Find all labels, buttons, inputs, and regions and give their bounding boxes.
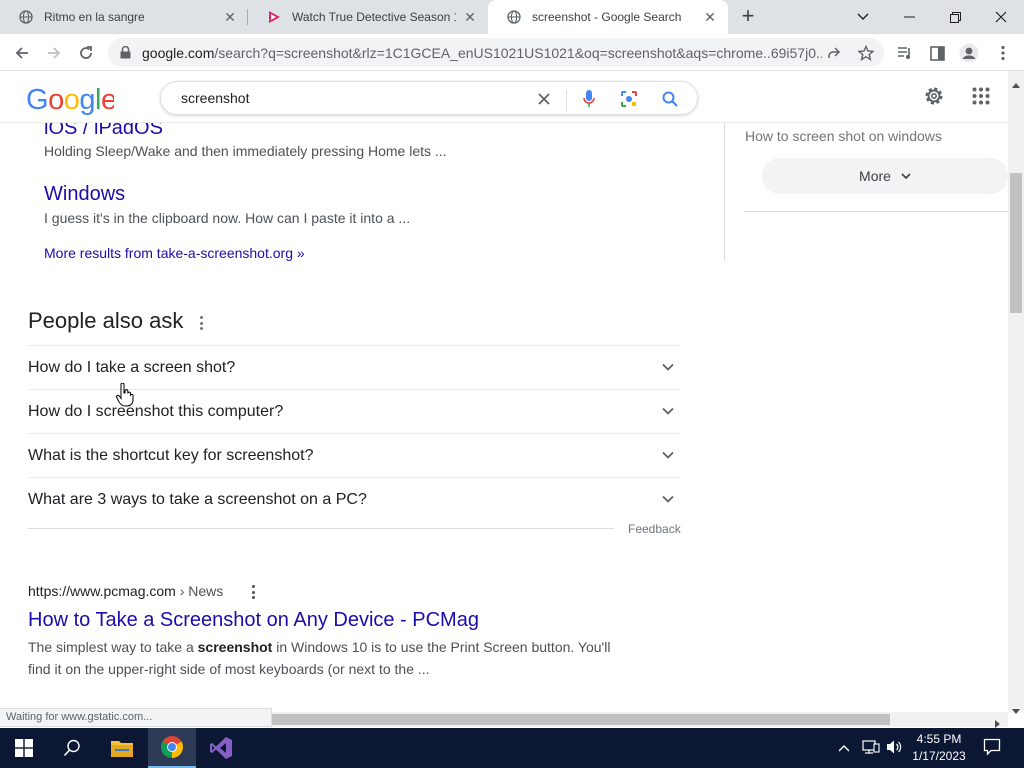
hand-cursor-icon <box>116 382 134 407</box>
scrollbar-thumb[interactable] <box>272 714 890 725</box>
result-url[interactable]: https://www.pcmag.com › News <box>28 583 223 599</box>
paa-question[interactable]: What is the shortcut key for screenshot? <box>28 433 680 477</box>
google-logo[interactable]: Google <box>26 83 117 122</box>
sublink-windows[interactable]: Windows <box>44 183 125 206</box>
clear-icon[interactable] <box>533 88 555 110</box>
clock-time: 4:55 PM <box>916 732 962 746</box>
url-host: google.com <box>142 44 215 61</box>
sublink-snippet: I guess it's in the clipboard now. How c… <box>44 210 411 226</box>
vertical-scrollbar[interactable] <box>1008 71 1024 714</box>
url-text[interactable]: google.com/search?q=screenshot&rlz=1C1GC… <box>142 45 822 61</box>
menu-kebab-icon[interactable] <box>990 40 1016 66</box>
feedback-link[interactable]: Feedback <box>628 522 681 536</box>
file-explorer-icon[interactable] <box>98 728 146 768</box>
visual-studio-icon[interactable] <box>197 728 245 768</box>
tab-title: screenshot - Google Search <box>532 10 682 24</box>
tab-true-detective[interactable]: Watch True Detective Season 1 E ✕ <box>248 0 488 34</box>
search-results: iOS / iPadOS Holding Sleep/Wake and then… <box>0 123 1008 713</box>
result-snippet: The simplest way to take a screenshot in… <box>28 636 618 680</box>
more-options-icon[interactable] <box>196 313 206 333</box>
globe-icon <box>18 9 34 25</box>
bookmark-star-icon[interactable] <box>853 40 879 66</box>
browser-tab-strip: Ritmo en la sangre ✕ Watch True Detectiv… <box>0 0 1024 34</box>
tab-title: Watch True Detective Season 1 E <box>292 10 456 24</box>
profile-avatar-icon[interactable] <box>956 40 982 66</box>
people-also-ask-title: People also ask <box>28 308 184 333</box>
share-icon[interactable] <box>821 40 847 66</box>
camera-lens-icon[interactable] <box>618 88 640 110</box>
snippet-highlight: screenshot <box>197 639 273 655</box>
network-icon[interactable] <box>862 739 880 758</box>
windows-taskbar: 4:55 PM 1/17/2023 <box>0 728 1024 768</box>
about-result-icon[interactable] <box>250 585 256 599</box>
clock-date: 1/17/2023 <box>912 749 966 763</box>
settings-gear-icon[interactable] <box>923 85 945 107</box>
lock-icon[interactable] <box>120 46 134 60</box>
close-icon[interactable]: ✕ <box>702 9 718 25</box>
forward-button[interactable] <box>41 40 67 66</box>
paa-question[interactable]: What are 3 ways to take a screenshot on … <box>28 477 680 521</box>
close-window-button[interactable] <box>978 0 1024 34</box>
sidebar-divider <box>744 211 1008 212</box>
result-title-link[interactable]: How to Take a Screenshot on Any Device -… <box>28 609 479 632</box>
media-queue-icon[interactable] <box>892 40 918 66</box>
result-breadcrumb: › News <box>175 583 224 599</box>
status-bar: Waiting for www.gstatic.com... <box>0 708 272 727</box>
chevron-down-icon <box>901 172 911 180</box>
chevron-down-icon <box>662 407 674 415</box>
snippet-text: The simplest way to take a <box>28 639 198 655</box>
address-bar[interactable]: google.com/search?q=screenshot&rlz=1C1GC… <box>108 38 884 67</box>
tab-google-search[interactable]: screenshot - Google Search ✕ <box>488 0 728 34</box>
new-tab-button[interactable]: + <box>736 5 760 29</box>
back-button[interactable] <box>9 40 35 66</box>
scrollbar-thumb[interactable] <box>1010 173 1022 313</box>
search-icon[interactable] <box>48 728 96 768</box>
notification-center-icon[interactable] <box>983 738 1001 759</box>
chevron-down-icon <box>662 495 674 503</box>
close-icon[interactable]: ✕ <box>462 9 478 25</box>
scroll-up-arrow-icon[interactable] <box>1012 75 1020 93</box>
more-button[interactable]: More <box>762 158 1008 194</box>
paa-question-text: What is the shortcut key for screenshot? <box>28 446 314 464</box>
globe-icon <box>506 9 522 25</box>
paa-question-text: How do I take a screen shot? <box>28 358 236 376</box>
sublink-ios[interactable]: iOS / iPadOS <box>44 123 163 140</box>
paa-question-text: How do I screenshot this computer? <box>28 402 284 420</box>
search-input[interactable]: screenshot <box>181 90 249 106</box>
minimize-button[interactable] <box>886 0 932 34</box>
scroll-down-arrow-icon[interactable] <box>1012 701 1020 719</box>
microphone-icon[interactable] <box>578 88 600 110</box>
close-icon[interactable]: ✕ <box>222 9 238 25</box>
chevron-up-icon[interactable] <box>838 740 850 755</box>
more-results-link[interactable]: More results from take-a-screenshot.org … <box>44 245 305 261</box>
reload-button[interactable] <box>73 40 99 66</box>
apps-grid-icon[interactable] <box>970 85 992 107</box>
paa-divider <box>28 528 614 529</box>
tab-ritmo[interactable]: Ritmo en la sangre ✕ <box>0 0 248 34</box>
result-site: https://www.pcmag.com <box>28 583 176 599</box>
search-icon[interactable] <box>659 88 681 110</box>
search-box[interactable]: screenshot <box>160 81 698 115</box>
side-panel-icon[interactable] <box>924 40 950 66</box>
search-divider <box>566 90 567 112</box>
chevron-down-icon <box>662 363 674 371</box>
system-clock[interactable]: 4:55 PM 1/17/2023 <box>906 731 972 765</box>
related-search-item[interactable]: How to screen shot on windows <box>745 128 942 144</box>
browser-toolbar: google.com/search?q=screenshot&rlz=1C1GC… <box>0 34 1024 71</box>
sublink-snippet: Holding Sleep/Wake and then immediately … <box>44 143 447 159</box>
paa-question-text: What are 3 ways to take a screenshot on … <box>28 490 367 508</box>
url-path: /search?q=screenshot&rlz=1C1GCEA_enUS102… <box>214 44 822 61</box>
play-icon <box>266 9 282 25</box>
more-label: More <box>859 168 891 184</box>
tab-search-chevron-icon[interactable] <box>840 0 886 34</box>
google-header: Google screenshot <box>0 71 1008 123</box>
restore-button[interactable] <box>932 0 978 34</box>
sitelinks-divider <box>724 123 725 261</box>
chevron-down-icon <box>662 451 674 459</box>
start-button[interactable] <box>0 728 48 768</box>
tab-title: Ritmo en la sangre <box>44 10 145 24</box>
chrome-taskbar-icon[interactable] <box>148 728 196 768</box>
svg-text:Google: Google <box>26 84 114 115</box>
volume-icon[interactable] <box>886 739 902 758</box>
